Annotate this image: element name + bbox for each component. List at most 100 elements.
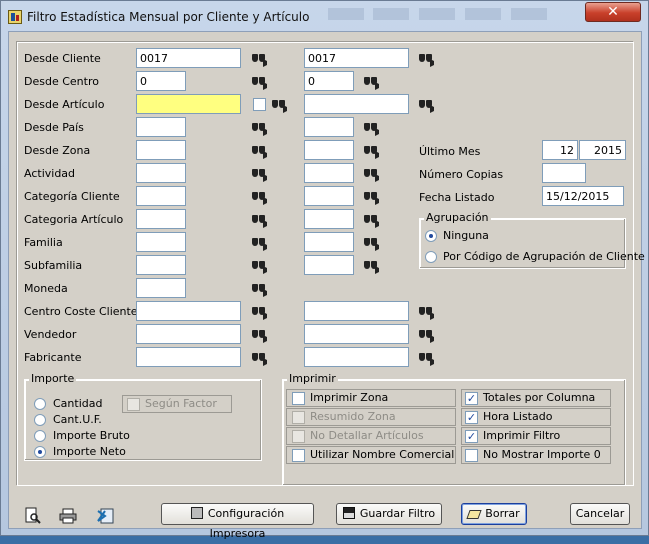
- search-from-icon[interactable]: [252, 190, 268, 205]
- search-to-icon[interactable]: [419, 98, 435, 113]
- agrupacion-codigo-radio[interactable]: [425, 251, 437, 263]
- search-from-icon[interactable]: [252, 305, 268, 320]
- to-input[interactable]: 0017: [304, 48, 409, 68]
- from-input[interactable]: [136, 278, 186, 298]
- from-input[interactable]: [136, 301, 241, 321]
- from-input[interactable]: [136, 140, 186, 160]
- printer-icon[interactable]: [59, 507, 77, 525]
- imprimir-right-checkbox[interactable]: ✓: [465, 411, 478, 424]
- articulo-checkbox[interactable]: [253, 98, 266, 111]
- configuracion-impresora-button[interactable]: Configuración Impresora: [161, 503, 314, 540]
- imprimir-right-checkbox[interactable]: ✓: [465, 430, 478, 443]
- search-from-icon[interactable]: [252, 52, 268, 67]
- to-input[interactable]: [304, 163, 354, 183]
- search-from-icon[interactable]: [272, 98, 288, 113]
- ultimo-mes-month-input[interactable]: 12: [542, 140, 578, 160]
- search-from-icon[interactable]: [252, 213, 268, 228]
- search-to-icon[interactable]: [419, 328, 435, 343]
- search-from-icon[interactable]: [252, 351, 268, 366]
- from-input[interactable]: [136, 324, 241, 344]
- importe-cant-uf-radio[interactable]: [34, 414, 46, 426]
- imprimir-left-checkbox[interactable]: [292, 411, 305, 424]
- search-to-icon[interactable]: [364, 236, 380, 251]
- search-to-icon[interactable]: [364, 75, 380, 90]
- search-to-icon[interactable]: [364, 259, 380, 274]
- guardar-filtro-button[interactable]: Guardar Filtro: [336, 503, 442, 525]
- to-input[interactable]: [304, 324, 409, 344]
- numero-copias-label: Número Copias: [419, 168, 504, 181]
- importe-bruto-label: Importe Bruto: [53, 429, 130, 442]
- from-input[interactable]: 0: [136, 71, 186, 91]
- imprimir-right-checkbox[interactable]: ✓: [465, 392, 478, 405]
- search-from-icon[interactable]: [252, 328, 268, 343]
- from-input[interactable]: [136, 347, 241, 367]
- importe-bruto-radio[interactable]: [34, 430, 46, 442]
- to-input[interactable]: [304, 117, 354, 137]
- close-button[interactable]: ✕: [585, 2, 641, 22]
- search-to-icon[interactable]: [419, 351, 435, 366]
- imprimir-left-checkbox[interactable]: [292, 449, 305, 462]
- search-to-icon[interactable]: [364, 121, 380, 136]
- search-from-icon[interactable]: [252, 144, 268, 159]
- importe-neto-radio[interactable]: [34, 446, 46, 458]
- agrupacion-ninguna-radio[interactable]: [425, 230, 437, 242]
- search-to-icon[interactable]: [364, 144, 380, 159]
- search-from-icon[interactable]: [252, 75, 268, 90]
- from-input[interactable]: [136, 186, 186, 206]
- background-window-ghost: [328, 8, 364, 20]
- imprimir-group: Imprimir Imprimir Zona Resumido Zona No De…: [282, 372, 626, 486]
- row-label: Desde Centro: [24, 75, 99, 88]
- segun-factor-checkbox[interactable]: [127, 398, 140, 411]
- to-input[interactable]: [304, 140, 354, 160]
- from-input[interactable]: [136, 163, 186, 183]
- to-input[interactable]: [304, 94, 409, 114]
- row-label: Desde Zona: [24, 144, 91, 157]
- from-input[interactable]: [136, 117, 186, 137]
- search-from-icon[interactable]: [252, 167, 268, 182]
- importe-cant-uf-label: Cant.U.F.: [53, 413, 102, 426]
- search-from-icon[interactable]: [252, 282, 268, 297]
- background-window-ghost: [419, 8, 455, 20]
- title-bar[interactable]: Filtro Estadística Mensual por Cliente y…: [1, 1, 648, 31]
- imprimir-right-label: Hora Listado: [483, 410, 553, 423]
- row-label: Desde Artículo: [24, 98, 105, 111]
- from-input[interactable]: [136, 255, 186, 275]
- to-input[interactable]: [304, 347, 409, 367]
- search-to-icon[interactable]: [364, 213, 380, 228]
- from-input[interactable]: [136, 232, 186, 252]
- borrar-button[interactable]: Borrar: [461, 503, 527, 525]
- imprimir-right-checkbox[interactable]: [465, 449, 478, 462]
- cancelar-button[interactable]: Cancelar: [570, 503, 630, 525]
- print-preview-icon[interactable]: [24, 507, 42, 525]
- excel-icon[interactable]: [97, 507, 115, 525]
- row-label: Categoria Artículo: [24, 213, 124, 226]
- agrupacion-group: Agrupación Ninguna Por Código de Agrupac…: [419, 211, 645, 269]
- search-from-icon[interactable]: [252, 259, 268, 274]
- dialog-client: Desde Cliente 0017 0017 Desde Centro 0 0 Desde…: [8, 31, 645, 540]
- from-input[interactable]: [136, 94, 241, 114]
- imprimir-left-checkbox[interactable]: [292, 392, 305, 405]
- to-input[interactable]: [304, 255, 354, 275]
- to-input[interactable]: [304, 232, 354, 252]
- ultimo-mes-year-input[interactable]: 2015: [579, 140, 626, 160]
- eraser-icon: [466, 510, 482, 519]
- from-input[interactable]: [136, 209, 186, 229]
- window-title: Filtro Estadística Mensual por Cliente y…: [27, 10, 310, 24]
- to-input[interactable]: [304, 209, 354, 229]
- search-to-icon[interactable]: [364, 190, 380, 205]
- to-input[interactable]: [304, 186, 354, 206]
- background-window-ghost: [373, 8, 409, 20]
- search-from-icon[interactable]: [252, 121, 268, 136]
- to-input[interactable]: 0: [304, 71, 354, 91]
- numero-copias-input[interactable]: [542, 163, 586, 183]
- search-to-icon[interactable]: [364, 167, 380, 182]
- from-input[interactable]: 0017: [136, 48, 241, 68]
- importe-cantidad-radio[interactable]: [34, 398, 46, 410]
- search-to-icon[interactable]: [419, 52, 435, 67]
- to-input[interactable]: [304, 301, 409, 321]
- search-to-icon[interactable]: [419, 305, 435, 320]
- imprimir-left-checkbox[interactable]: [292, 430, 305, 443]
- fecha-listado-input[interactable]: 15/12/2015: [542, 186, 624, 206]
- search-from-icon[interactable]: [252, 236, 268, 251]
- background-window-ghost: [511, 8, 547, 20]
